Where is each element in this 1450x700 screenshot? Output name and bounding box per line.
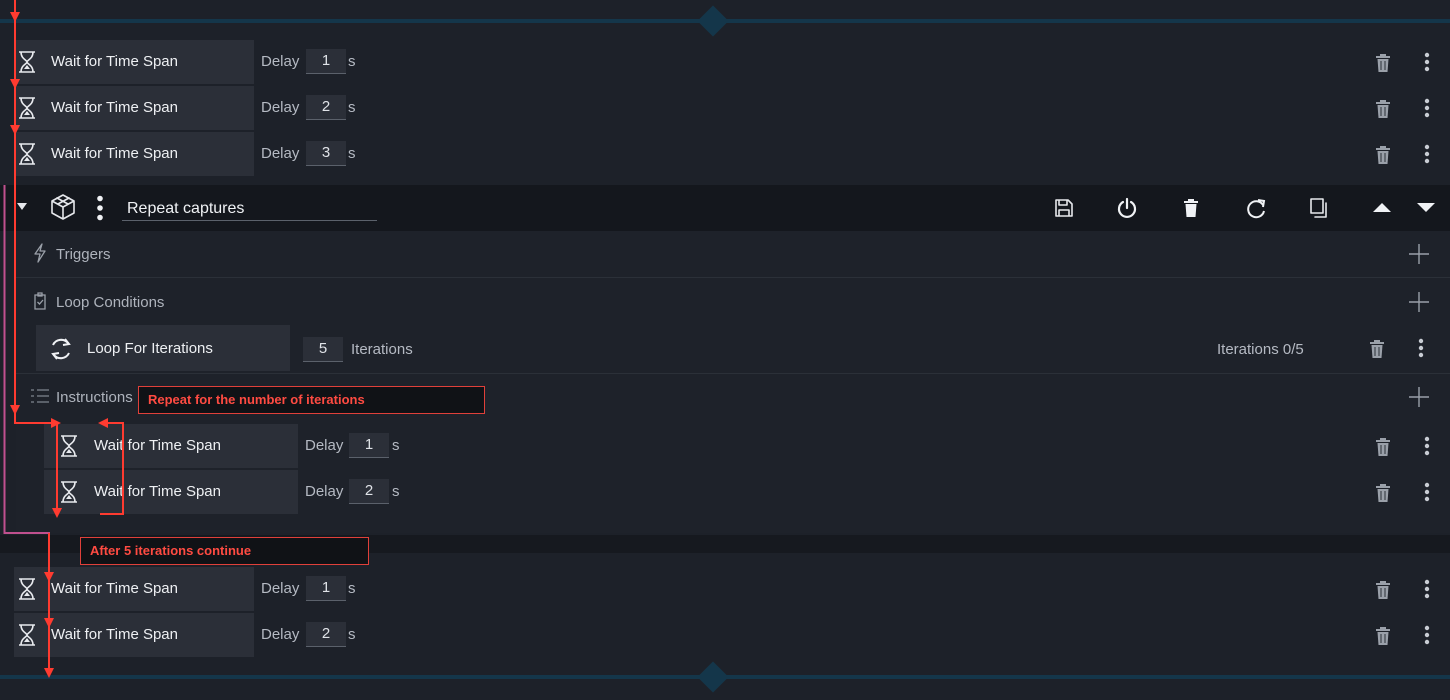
action-row[interactable]: Wait for Time Span Delay 1 s <box>0 567 1450 611</box>
loop-conditions-label: Loop Conditions <box>56 294 165 311</box>
hourglass-icon <box>16 577 38 601</box>
hourglass-icon <box>16 623 38 647</box>
action-name: Wait for Time Span <box>94 437 221 454</box>
delay-input[interactable]: 1 <box>306 576 346 601</box>
trash-icon[interactable] <box>1376 146 1390 164</box>
more-options-icon[interactable] <box>1424 144 1430 164</box>
delay-unit: s <box>348 580 356 597</box>
action-name: Wait for Time Span <box>51 99 178 116</box>
annotation-after: After 5 iterations continue <box>80 537 369 565</box>
divider <box>16 277 1450 278</box>
trash-icon[interactable] <box>1376 438 1390 456</box>
lightning-icon <box>34 243 46 263</box>
hourglass-icon <box>16 142 38 166</box>
move-down-icon[interactable] <box>1417 202 1435 213</box>
action-title[interactable]: Wait for Time Span <box>44 424 298 468</box>
action-row[interactable]: Wait for Time Span Delay 3 s <box>0 132 1450 176</box>
action-title[interactable]: Wait for Time Span <box>14 567 254 611</box>
clipboard-icon <box>34 292 46 310</box>
action-name: Wait for Time Span <box>51 626 178 643</box>
save-icon[interactable] <box>1054 198 1074 218</box>
delay-label: Delay <box>261 626 300 643</box>
duplicate-icon[interactable] <box>1309 197 1331 219</box>
more-options-icon[interactable] <box>1424 52 1430 72</box>
loop-name: Loop For Iterations <box>87 340 213 357</box>
action-name: Wait for Time Span <box>51 53 178 70</box>
add-condition-icon[interactable] <box>1409 292 1429 312</box>
action-name: Wait for Time Span <box>51 580 178 597</box>
trash-icon[interactable] <box>1370 340 1384 358</box>
instructions-label: Instructions <box>56 389 133 406</box>
hourglass-icon <box>58 480 80 504</box>
delay-input[interactable]: 2 <box>349 479 389 504</box>
trash-icon[interactable] <box>1376 484 1390 502</box>
more-options-icon[interactable] <box>1424 98 1430 118</box>
add-trigger-icon[interactable] <box>1409 244 1429 264</box>
delay-unit: s <box>348 99 356 116</box>
action-title[interactable]: Wait for Time Span <box>44 470 298 514</box>
group-header[interactable]: Repeat captures <box>0 185 1450 231</box>
more-options-icon[interactable] <box>1424 625 1430 645</box>
delay-unit: s <box>348 145 356 162</box>
delay-unit: s <box>392 437 400 454</box>
action-row[interactable]: Wait for Time Span Delay 2 s <box>0 86 1450 130</box>
trash-icon[interactable] <box>1376 627 1390 645</box>
action-name: Wait for Time Span <box>94 483 221 500</box>
power-icon[interactable] <box>1117 197 1137 219</box>
triggers-label: Triggers <box>56 246 111 263</box>
trash-icon[interactable] <box>1184 198 1198 218</box>
bottom-rail-node <box>697 661 729 693</box>
delay-label: Delay <box>261 53 300 70</box>
hourglass-icon <box>16 96 38 120</box>
collapse-caret-icon[interactable] <box>16 202 28 211</box>
action-name: Wait for Time Span <box>51 145 178 162</box>
delay-input[interactable]: 2 <box>306 622 346 647</box>
delay-label: Delay <box>261 145 300 162</box>
hourglass-icon <box>16 50 38 74</box>
action-row[interactable]: Wait for Time Span Delay 1 s <box>0 40 1450 84</box>
iterations-unit: Iterations <box>351 341 413 358</box>
group-title: Repeat captures <box>127 200 245 217</box>
instruction-row[interactable]: Wait for Time Span Delay 1 s <box>0 424 1450 468</box>
delay-label: Delay <box>261 580 300 597</box>
delay-label: Delay <box>261 99 300 116</box>
delay-unit: s <box>392 483 400 500</box>
group-menu-icon[interactable] <box>96 195 104 221</box>
more-options-icon[interactable] <box>1424 579 1430 599</box>
trash-icon[interactable] <box>1376 581 1390 599</box>
action-row[interactable]: Wait for Time Span Delay 2 s <box>0 613 1450 657</box>
instruction-row[interactable]: Wait for Time Span Delay 2 s <box>0 470 1450 514</box>
top-rail-node <box>697 5 729 37</box>
more-options-icon[interactable] <box>1424 436 1430 456</box>
trash-icon[interactable] <box>1376 54 1390 72</box>
delay-input[interactable]: 2 <box>306 95 346 120</box>
delay-label: Delay <box>305 483 344 500</box>
annotation-repeat: Repeat for the number of iterations <box>138 386 485 414</box>
delay-unit: s <box>348 626 356 643</box>
delay-unit: s <box>348 53 356 70</box>
delay-input[interactable]: 1 <box>349 433 389 458</box>
action-title[interactable]: Wait for Time Span <box>14 613 254 657</box>
action-title[interactable]: Wait for Time Span <box>14 86 254 130</box>
divider <box>16 373 1450 374</box>
action-title[interactable]: Wait for Time Span <box>14 40 254 84</box>
trash-icon[interactable] <box>1376 100 1390 118</box>
more-options-icon[interactable] <box>1424 482 1430 502</box>
action-title[interactable]: Wait for Time Span <box>14 132 254 176</box>
move-up-icon[interactable] <box>1373 202 1391 213</box>
add-instruction-icon[interactable] <box>1409 387 1429 407</box>
delay-input[interactable]: 1 <box>306 49 346 74</box>
redo-icon[interactable] <box>1245 197 1267 219</box>
group-title-input[interactable]: Repeat captures <box>122 196 377 221</box>
iterations-status: Iterations 0/5 <box>1217 341 1304 358</box>
cube-icon <box>51 194 75 220</box>
loop-icon <box>51 338 71 360</box>
list-icon <box>31 389 49 403</box>
delay-label: Delay <box>305 437 344 454</box>
delay-input[interactable]: 3 <box>306 141 346 166</box>
hourglass-icon <box>58 434 80 458</box>
loop-condition[interactable]: Loop For Iterations <box>36 325 290 371</box>
iterations-input[interactable]: 5 <box>303 337 343 362</box>
more-options-icon[interactable] <box>1418 338 1424 358</box>
